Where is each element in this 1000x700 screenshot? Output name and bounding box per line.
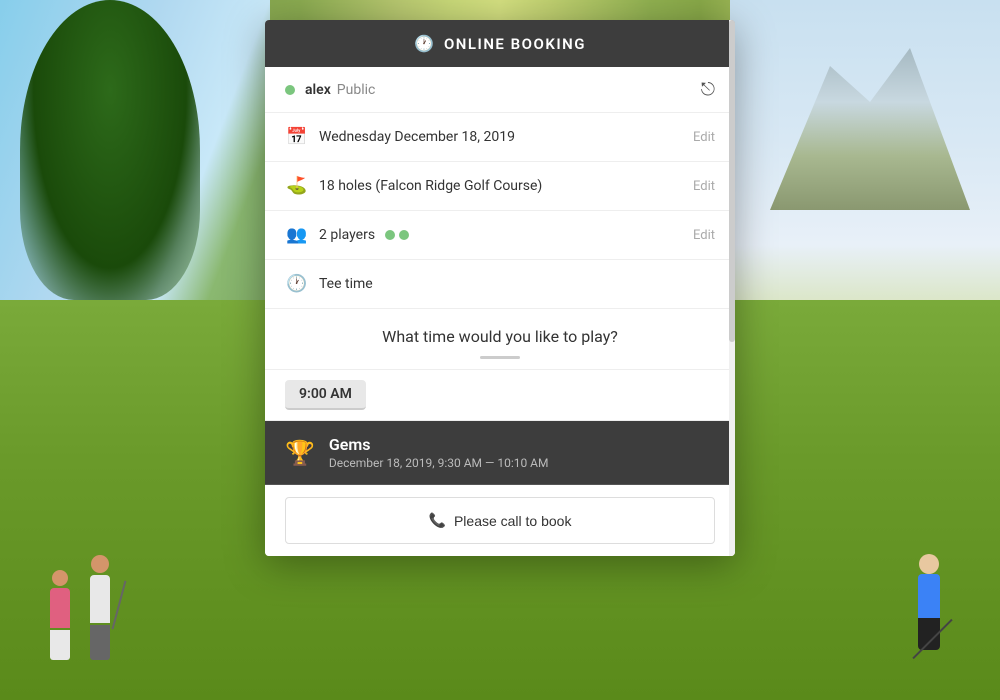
date-row: 📅 Wednesday December 18, 2019 Edit — [265, 113, 735, 162]
tee-time-title: Gems — [329, 435, 715, 454]
golfer-figure-1 — [50, 570, 70, 660]
modal-header: 🕐 ONLINE BOOKING — [265, 20, 735, 67]
players-icon: 👥 — [285, 225, 309, 245]
holes-value: 18 holes (Falcon Ridge Golf Course) — [319, 178, 683, 194]
players-value: 2 players — [319, 227, 683, 243]
golf-icon: ⛳ — [285, 176, 309, 196]
call-to-book-button[interactable]: 📞 Please call to book — [285, 497, 715, 544]
golfer-head-2 — [91, 555, 109, 573]
tee-clock-icon: 🕐 — [285, 274, 309, 294]
holes-row: ⛳ 18 holes (Falcon Ridge Golf Course) Ed… — [265, 162, 735, 211]
scrollbar-thumb — [729, 20, 735, 342]
online-indicator — [285, 85, 295, 95]
player-dot-1 — [385, 230, 395, 240]
swing-body — [918, 574, 940, 618]
time-badge-row: 9:00 AM — [265, 370, 735, 421]
booking-modal: 🕐 ONLINE BOOKING alex Public ⎋ 📅 Wednesd… — [265, 20, 735, 556]
divider — [480, 356, 520, 359]
date-edit-button[interactable]: Edit — [693, 130, 715, 145]
question-text: What time would you like to play? — [285, 327, 715, 346]
scrollbar[interactable] — [729, 20, 735, 556]
username: alex — [305, 82, 331, 98]
tree-decoration — [20, 0, 200, 300]
tee-time-label: Tee time — [319, 276, 715, 292]
players-row: 👥 2 players Edit — [265, 211, 735, 260]
user-row: alex Public ⎋ — [265, 67, 735, 113]
tee-time-date-range: December 18, 2019, 9:30 AM — 10:10 AM — [329, 456, 715, 470]
modal-title: ONLINE BOOKING — [444, 35, 586, 53]
question-section: What time would you like to play? — [265, 309, 735, 370]
call-button-row: 📞 Please call to book — [265, 485, 735, 556]
player-dots — [385, 230, 409, 240]
share-icon[interactable]: ⎋ — [701, 79, 715, 100]
golfer-body-1 — [50, 588, 70, 628]
time-badge[interactable]: 9:00 AM — [285, 380, 366, 410]
players-count: 2 players — [319, 227, 375, 243]
golfer-legs-2 — [90, 625, 110, 660]
tee-time-row: 🕐 Tee time — [265, 260, 735, 309]
players-edit-button[interactable]: Edit — [693, 228, 715, 243]
phone-icon: 📞 — [429, 512, 446, 529]
golfer-swing — [918, 554, 940, 650]
golfer-figure-2 — [90, 555, 110, 660]
trophy-icon: 🏆 — [285, 439, 315, 467]
tee-time-card[interactable]: 🏆 Gems December 18, 2019, 9:30 AM — 10:1… — [265, 421, 735, 485]
holes-edit-button[interactable]: Edit — [693, 179, 715, 194]
golfer-group-left — [50, 555, 110, 660]
golfer-body-2 — [90, 575, 110, 623]
golfer-head-1 — [52, 570, 68, 586]
swing-head — [919, 554, 939, 574]
calendar-icon: 📅 — [285, 127, 309, 147]
player-dot-2 — [399, 230, 409, 240]
call-button-label: Please call to book — [454, 513, 572, 529]
clock-icon: 🕐 — [414, 34, 434, 53]
golfer-legs-1 — [50, 630, 70, 660]
user-status: Public — [337, 82, 376, 98]
date-value: Wednesday December 18, 2019 — [319, 129, 683, 145]
booking-info: Gems December 18, 2019, 9:30 AM — 10:10 … — [329, 435, 715, 470]
